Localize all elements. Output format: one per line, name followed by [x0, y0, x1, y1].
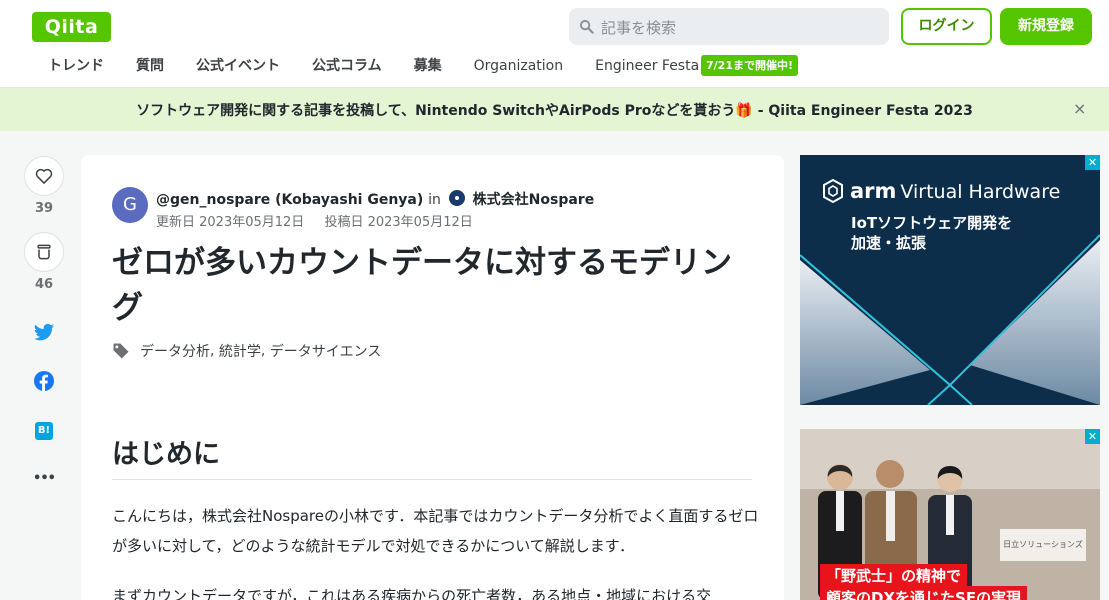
arm-ad-banner[interactable]: arm Virtual Hardware IoTソフトウェア開発を 加速・拡張 ✕: [800, 155, 1100, 405]
login-button[interactable]: ログイン: [901, 8, 992, 45]
hitachi-ad-banner[interactable]: 日立ソリューションズ 「野武士」の精神で 顧客のDXを通じたSEの実現 ✕: [800, 429, 1100, 600]
arm-product: Virtual Hardware: [900, 181, 1061, 203]
intro-paragraph: こんにちは，株式会社Nospareの小林です．本記事ではカウントデータ分析でよく…: [112, 507, 759, 555]
stock-button[interactable]: [24, 232, 64, 272]
festa-banner[interactable]: ソフトウェア開発に関する記事を投稿して、Nintendo SwitchやAirP…: [0, 88, 1109, 131]
author-line: @gen_nospare (Kobayashi Genya) in 株式会社No…: [156, 189, 594, 209]
tag-separator: ,: [210, 343, 219, 359]
hatena-label: B!: [35, 422, 53, 440]
nav-engineer-festa[interactable]: Engineer Festa: [579, 54, 715, 82]
nav-official-columns[interactable]: 公式コラム: [296, 54, 398, 82]
author-avatar[interactable]: G: [112, 187, 148, 223]
arm-ad-copy: IoTソフトウェア開発を 加速・拡張: [851, 213, 1012, 253]
article-card: G @gen_nospare (Kobayashi Genya) in 株式会社…: [81, 155, 784, 600]
nav-questions[interactable]: 質問: [120, 54, 180, 82]
like-button[interactable]: [24, 156, 64, 196]
arm-brand: arm: [850, 179, 897, 203]
nav-trend[interactable]: トレンド: [32, 54, 120, 82]
ad-catch-line1: 「野武士」の精神で: [820, 564, 968, 588]
article-dates: 更新日 2023年05月12日 投稿日 2023年05月12日: [156, 211, 489, 230]
banner-text: ソフトウェア開発に関する記事を投稿して、Nintendo SwitchやAirP…: [136, 103, 973, 119]
like-count: 39: [34, 201, 54, 216]
arm-ad-line1: IoTソフトウェア開発を: [851, 214, 1013, 232]
festa-badge: 7/21まで開催中!: [701, 55, 798, 76]
in-label: in: [428, 192, 441, 208]
ad-catch-line2: 顧客のDXを通じたSEの実現: [820, 586, 1028, 600]
stock-icon: [37, 244, 51, 260]
arm-hexagon-icon: [823, 179, 843, 203]
heart-icon: [35, 168, 53, 184]
signup-button[interactable]: 新規登録: [1000, 8, 1092, 45]
updated-date: 更新日 2023年05月12日: [156, 215, 305, 230]
site-header: Qiita 記事を検索 ログイン 新規登録 トレンド 質問 公式イベント 公式コ…: [0, 0, 1109, 88]
more-icon[interactable]: •••: [33, 467, 56, 489]
tag-item[interactable]: データサイエンス: [270, 341, 382, 361]
twitter-share-icon[interactable]: [33, 322, 55, 344]
tag-icon: [113, 343, 129, 359]
nav-official-events[interactable]: 公式イベント: [180, 54, 296, 82]
tag-item[interactable]: データ分析: [140, 341, 210, 361]
tag-item[interactable]: 統計学: [219, 341, 261, 361]
article-title: ゼロが多いカウントデータに対するモデリング: [112, 245, 732, 326]
section-heading: はじめに: [112, 432, 752, 480]
hatena-bookmark-icon[interactable]: B!: [33, 420, 55, 442]
search-icon: [579, 19, 594, 34]
nav-organization[interactable]: Organization: [458, 54, 580, 82]
organization-link[interactable]: 株式会社Nospare: [473, 192, 595, 208]
search-placeholder: 記事を検索: [601, 19, 677, 37]
count-data-paragraph: まずカウントデータですが，これはある疾病からの死亡者数，ある地点・地域における交: [112, 587, 712, 600]
search-input[interactable]: 記事を検索: [569, 8, 889, 45]
nav-recruit[interactable]: 募集: [398, 54, 458, 82]
facebook-share-icon[interactable]: [33, 370, 55, 392]
qiita-logo[interactable]: Qiita: [32, 12, 111, 42]
organization-logo-icon[interactable]: [448, 190, 465, 206]
ad-close-icon[interactable]: ✕: [1085, 155, 1100, 170]
stock-count: 46: [34, 277, 54, 292]
tag-separator: ,: [260, 343, 270, 359]
banner-close-button[interactable]: ×: [1073, 99, 1086, 118]
main-nav: トレンド 質問 公式イベント 公式コラム 募集 Organization Eng…: [32, 54, 715, 82]
ad-close-icon[interactable]: ✕: [1085, 429, 1100, 444]
article-actions: 39 46 B! •••: [22, 156, 66, 486]
author-link[interactable]: @gen_nospare (Kobayashi Genya): [156, 192, 423, 208]
tag-list: データ分析, 統計学, データサイエンス: [112, 341, 381, 361]
arm-logo-text: arm Virtual Hardware: [850, 179, 1060, 203]
posted-date: 投稿日 2023年05月12日: [324, 215, 473, 230]
ad-sign: 日立ソリューションズ: [1000, 529, 1086, 561]
arm-ad-line2: 加速・拡張: [851, 234, 927, 252]
